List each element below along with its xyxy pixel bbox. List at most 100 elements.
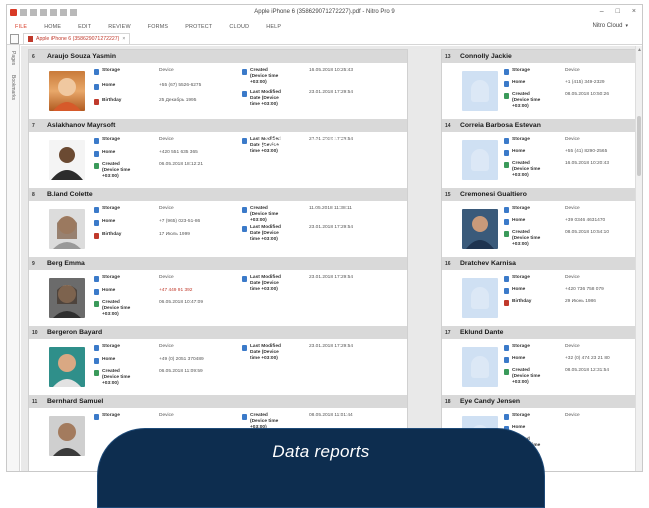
person-photo-icon [53,216,81,249]
field-created: Created (Device time +03:00) 16.05.2018 1… [242,68,353,86]
contact-card: 14 Correia Barbosa Estevan Storage Device … [442,119,636,188]
contact-header: 11 Bernhard Samuel [29,395,407,408]
no-photo-placeholder [462,347,498,387]
no-photo-placeholder [462,278,498,318]
vertical-scrollbar[interactable]: ▲ [635,46,642,471]
contact-name: Connolly Jackie [460,53,512,60]
contact-photo [49,278,85,318]
pages-panel-icon[interactable] [10,34,19,44]
no-photo-placeholder [462,140,498,180]
watermark-text: Data reports [258,133,347,150]
phone-icon [94,345,99,351]
document-area[interactable]: 6 Araujo Souza Yasmin Storage Device Home… [21,46,642,471]
menu-file[interactable]: FILE [15,24,27,30]
print-icon[interactable] [40,9,47,16]
open-icon[interactable] [20,9,27,16]
calendar-icon [94,370,99,376]
phone-icon [94,207,99,213]
contact-name: Eye Candy Jensen [460,398,521,405]
contact-card: 6 Araujo Souza Yasmin Storage Device Home… [29,50,407,119]
phone-icon [94,84,99,90]
phone-icon [94,220,99,226]
bookmarks-tab[interactable]: Bookmarks [10,75,16,100]
no-photo-placeholder [462,71,498,111]
contact-header: 9 Berg Emma [29,257,407,270]
contact-photo [462,209,498,249]
menu-cloud[interactable]: CLOUD [229,24,249,30]
contact-photo [49,140,85,180]
contact-name: Eklund Dante [460,329,504,336]
contact-header: 6 Araujo Souza Yasmin [29,50,407,63]
contact-name: B.land Colette [47,191,93,198]
close-tab-icon[interactable]: × [122,36,125,42]
account-label: Nitro Cloud [592,23,623,29]
menu-review[interactable]: REVIEW [108,24,130,30]
pdf-icon [28,36,33,42]
contact-photo [49,71,85,111]
scrollbar-thumb[interactable] [637,116,641,176]
calendar-icon [242,69,247,75]
person-placeholder-icon [471,287,489,309]
caption-text: Data reports [272,442,370,461]
phone-icon [94,414,99,420]
contact-photo [49,209,85,249]
contact-name: Correia Barbosa Estevan [460,122,541,129]
caption-banner: Data reports [97,428,545,508]
ribbon-menu: FILE HOME EDIT REVIEW FORMS PROTECT CLOU… [7,20,642,33]
calendar-icon [242,226,247,232]
field-last-modified: Last Modified Date (Device time +03:00) 2… [242,90,353,108]
phone-icon [94,138,99,144]
quick-access-toolbar [10,9,77,16]
contact-photo [49,416,85,456]
contact-header: 7 Aslakhanov Mayrsoft [29,119,407,132]
person-photo-icon [53,423,81,456]
contact-name: Berg Emma [47,260,85,267]
contact-name: Bergeron Bayard [47,329,103,336]
menu-edit[interactable]: EDIT [78,24,91,30]
pages-tab[interactable]: Pages [10,51,16,65]
field-storage: Storage Device [94,68,174,75]
contact-number: 6 [32,53,35,60]
calendar-icon [242,414,247,420]
menu-home[interactable]: HOME [44,24,61,30]
contact-header: 10 Bergeron Bayard [29,326,407,339]
close-button[interactable]: × [632,8,636,15]
person-placeholder-icon [471,149,489,171]
contact-name: Bernhard Samuel [47,398,104,405]
minimize-button[interactable]: – [600,8,604,15]
phone-icon [94,69,99,75]
save-icon[interactable] [30,9,37,16]
account-menu[interactable]: Nitro Cloud ▾ [592,23,628,29]
person-photo-icon [51,147,83,180]
person-placeholder-icon [471,356,489,378]
document-tab-label: Apple iPhone 6 (358629071272227) [36,36,120,42]
person-photo-icon [53,78,81,111]
contact-name: Araujo Souza Yasmin [47,53,116,60]
customize-icon[interactable] [70,9,77,16]
nitro-logo-icon [10,9,17,16]
phone-icon [94,276,99,282]
maximize-button[interactable]: □ [616,8,620,15]
window-controls: – □ × [600,8,636,15]
calendar-icon [242,138,247,144]
field-home: Home +55 (67) 5526-6275 [94,83,201,90]
contact-card: 15 Cremonesi Gualtiero Storage Device Home… [442,188,636,257]
contact-name: Aslakhanov Mayrsoft [47,122,116,129]
contact-name: Cremonesi Gualtiero [460,191,527,198]
person-placeholder-icon [471,80,489,102]
scroll-up-icon[interactable]: ▲ [637,47,642,53]
undo-icon[interactable] [50,9,57,16]
menu-protect[interactable]: PROTECT [185,24,212,30]
contact-card: 13 Connolly Jackie Storage Device Home +1 (… [442,50,636,119]
calendar-icon [242,345,247,351]
phone-icon [94,289,99,295]
contact-card: 7 Aslakhanov Mayrsoft Storage Device Home… [29,119,407,188]
chevron-down-icon: ▾ [625,23,628,29]
redo-icon[interactable] [60,9,67,16]
pdf-page-left: 6 Araujo Souza Yasmin Storage Device Home… [28,49,408,471]
menu-help[interactable]: HELP [266,24,281,30]
menu-forms[interactable]: FORMS [148,24,168,30]
document-tab[interactable]: Apple iPhone 6 (358629071272227) × [23,33,131,44]
pdf-page-right: 13 Connolly Jackie Storage Device Home +1 (… [441,49,637,471]
phone-icon [94,151,99,157]
